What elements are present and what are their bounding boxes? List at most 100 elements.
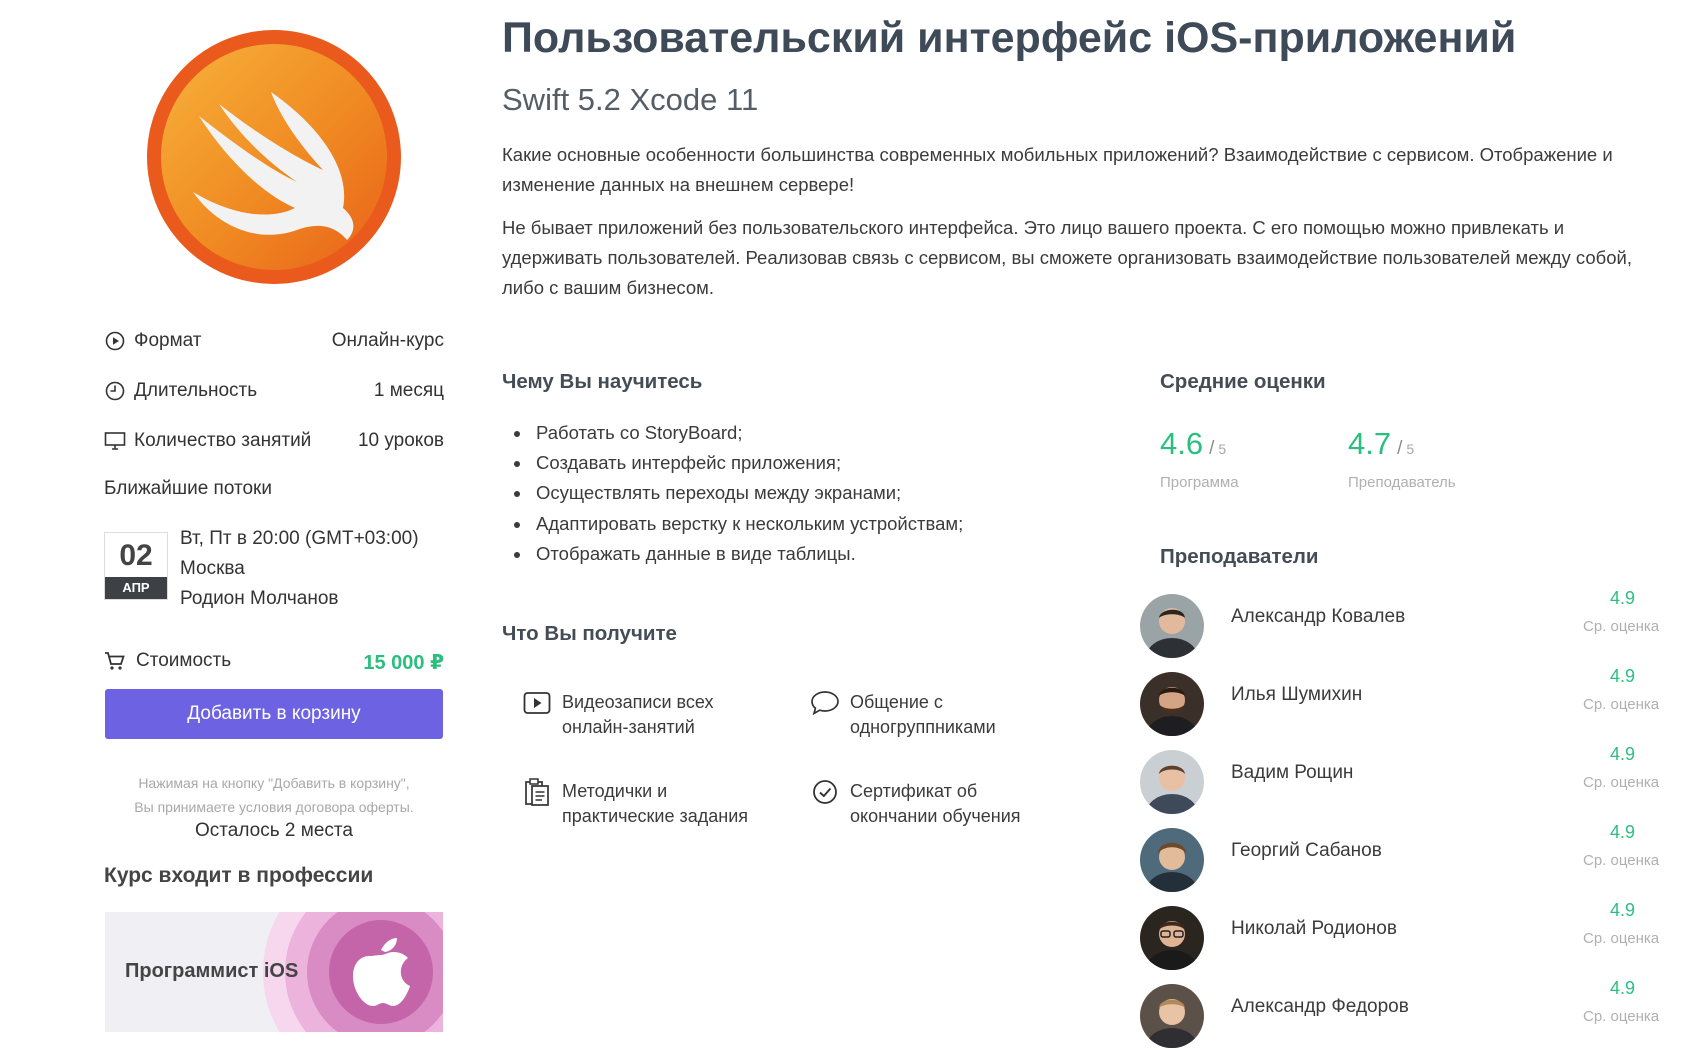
stream-month: АПР (105, 577, 167, 599)
teacher-name: Николай Родионов (1231, 918, 1397, 939)
offer-note-line1: Нажимая на кнопку "Добавить в корзину", (138, 775, 410, 791)
profession-name: Программист iOS (125, 960, 299, 982)
benefit-certificate: Сертификат об окончании обучения (810, 779, 1021, 829)
teacher-score-label: Ср. оценка (1583, 618, 1660, 635)
program-rating-label: Программа (1160, 474, 1239, 491)
stream-city: Москва (180, 558, 245, 579)
teacher-name: Александр Ковалев (1231, 606, 1406, 627)
lessons-value: 10 уроков (357, 430, 444, 451)
description-paragraph-1: Какие основные особенности большинства с… (502, 144, 1613, 195)
teacher-score: 4.9 (1610, 666, 1636, 686)
price-value: 15 000 ₽ (363, 652, 444, 674)
avatar (1140, 984, 1204, 1048)
add-to-cart-button[interactable]: Добавить в корзину (105, 689, 443, 739)
streams-title: Ближайшие потоки (104, 478, 272, 499)
teacher-score: 4.9 (1610, 822, 1636, 842)
avatar (1140, 594, 1204, 658)
teacher-score-label: Ср. оценка (1583, 930, 1660, 947)
benefit-docs-line1: Методички и (562, 781, 668, 801)
teacher-score: 4.9 (1610, 900, 1636, 920)
teachers-title: Преподаватели (1160, 545, 1319, 568)
teacher-card[interactable]: Александр Федоров 4.9 Ср. оценка (1140, 978, 1660, 1050)
format-row: Формат Онлайн-курс (104, 326, 444, 356)
duration-row: Длительность 1 месяц (104, 376, 444, 406)
play-circle-icon (104, 330, 126, 352)
rating-max: 5 (1218, 441, 1227, 457)
lessons-label: Количество занятий (134, 430, 312, 451)
profession-card[interactable]: Программист iOS (105, 912, 443, 1032)
teacher-card[interactable]: Александр Ковалев 4.9 Ср. оценка (1140, 588, 1660, 660)
list-item: Осуществлять переходы между экранами; (532, 478, 963, 508)
list-item: Создавать интерфейс приложения; (532, 448, 963, 478)
price-row: Стоимость (104, 650, 231, 672)
page-subtitle: Swift 5.2 Xcode 11 (502, 82, 759, 117)
swift-logo (147, 30, 401, 284)
rating-max: 5 (1406, 441, 1415, 457)
offer-note-line2: Вы принимаете условия договора оферты. (134, 799, 414, 815)
avatar (1140, 672, 1204, 736)
check-circle-icon (810, 777, 840, 807)
teacher-score: 4.7 (1348, 426, 1392, 461)
list-item: Отображать данные в виде таблицы. (532, 539, 963, 569)
avatar (1140, 906, 1204, 970)
benefit-docs: Методички и практические задания (522, 777, 748, 829)
teacher-card[interactable]: Вадим Рощин 4.9 Ср. оценка (1140, 744, 1660, 816)
benefits-title: Что Вы получите (502, 622, 677, 645)
avatar (1140, 750, 1204, 814)
program-rating: 4.6/5 (1160, 426, 1226, 462)
format-value: Онлайн-курс (331, 330, 444, 351)
price-label: Стоимость (136, 650, 232, 671)
stream-day: 02 (119, 539, 153, 572)
stream-teacher: Родион Молчанов (180, 588, 339, 609)
teacher-score-label: Ср. оценка (1583, 696, 1660, 713)
teacher-score: 4.9 (1610, 744, 1636, 764)
teacher-score-label: Ср. оценка (1583, 774, 1660, 791)
stream-schedule: Вт, Пт в 20:00 (GMT+03:00) (180, 528, 419, 549)
teacher-card[interactable]: Николай Родионов 4.9 Ср. оценка (1140, 900, 1660, 972)
lessons-row: Количество занятий 10 уроков (104, 426, 444, 456)
benefit-video-line1: Видеозаписи всех (562, 692, 714, 712)
teacher-rating: 4.7/5 (1348, 426, 1414, 462)
teacher-card[interactable]: Георгий Сабанов 4.9 Ср. оценка (1140, 822, 1660, 894)
duration-value: 1 месяц (373, 380, 444, 401)
benefit-cert-line2: окончании обучения (850, 806, 1021, 826)
teacher-score-label: Ср. оценка (1583, 1008, 1660, 1025)
teacher-score: 4.9 (1610, 978, 1636, 998)
benefit-chat-line1: Общение с (850, 692, 943, 712)
teacher-card[interactable]: Илья Шумихин 4.9 Ср. оценка (1140, 666, 1660, 738)
teacher-score: 4.9 (1610, 588, 1636, 608)
format-label: Формат (134, 330, 202, 351)
clipboard-icon (522, 777, 552, 807)
teacher-name: Георгий Сабанов (1231, 840, 1382, 861)
benefit-docs-line2: практические задания (562, 806, 748, 826)
teacher-rating-label: Преподаватель (1348, 474, 1456, 491)
benefit-cert-line1: Сертификат об (850, 781, 978, 801)
profession-title: Курс входит в профессии (104, 864, 374, 887)
teacher-name: Александр Федоров (1231, 996, 1409, 1017)
benefit-video-line2: онлайн-занятий (562, 717, 695, 737)
teacher-score-label: Ср. оценка (1583, 852, 1660, 869)
teacher-name: Вадим Рощин (1231, 762, 1354, 783)
teacher-name: Илья Шумихин (1231, 684, 1363, 705)
learn-list: Работать со StoryBoard; Создавать интерф… (507, 418, 963, 569)
seats-remaining: Осталось 2 места (195, 820, 353, 841)
monitor-icon (104, 430, 126, 452)
rating-slash: / (1209, 438, 1215, 459)
description-paragraph-2: Не бывает приложений без пользовательско… (502, 217, 1633, 298)
chat-bubble-icon (810, 688, 840, 718)
benefit-chat-line2: одногруппниками (850, 717, 996, 737)
cart-icon (104, 651, 126, 671)
ratings-title: Средние оценки (1160, 370, 1326, 393)
duration-label: Длительность (134, 380, 258, 401)
avatar (1140, 828, 1204, 892)
list-item: Адаптировать верстку к нескольким устрой… (532, 509, 963, 539)
page-title: Пользовательский интерфейс iOS-приложени… (502, 14, 1517, 62)
stream-date-badge: 02 АПР (104, 532, 168, 600)
list-item: Работать со StoryBoard; (532, 418, 963, 448)
rating-slash: / (1397, 438, 1403, 459)
learn-title: Чему Вы научитесь (502, 370, 703, 393)
video-icon (522, 688, 552, 718)
benefit-video: Видеозаписи всех онлайн-занятий (522, 690, 713, 740)
clock-icon (104, 380, 126, 402)
program-score: 4.6 (1160, 426, 1204, 461)
